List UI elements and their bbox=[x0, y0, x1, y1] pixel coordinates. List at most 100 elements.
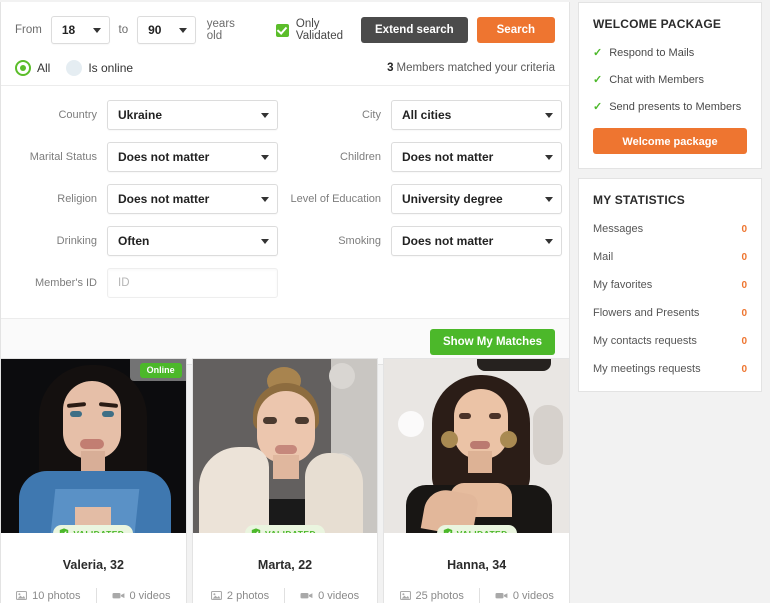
filter-row: Member's ID bbox=[15, 268, 555, 298]
search-column: From 18 to 90 years old Only Validated E… bbox=[0, 2, 570, 365]
profile-card[interactable]: VALIDATED Hanna, 34 25 photos bbox=[383, 358, 571, 603]
show-my-matches-button[interactable]: Show My Matches bbox=[429, 328, 555, 355]
divider bbox=[95, 588, 97, 603]
country-value: Ukraine bbox=[118, 108, 163, 122]
chevron-down-icon bbox=[545, 113, 553, 118]
extend-search-button[interactable]: Extend search bbox=[361, 17, 468, 43]
age-to-select[interactable]: 90 bbox=[137, 16, 196, 44]
drinking-value: Often bbox=[118, 234, 150, 248]
drinking-select[interactable]: Often bbox=[107, 226, 278, 256]
profile-media-counts: 10 photos 0 videos bbox=[1, 588, 186, 603]
from-label: From bbox=[15, 24, 42, 36]
only-validated-checkbox[interactable]: Only Validated bbox=[275, 18, 343, 42]
stat-value: 0 bbox=[741, 279, 747, 291]
profile-name: Valeria, 32 bbox=[62, 558, 124, 572]
matched-count-value: 3 bbox=[387, 62, 394, 74]
filter-row: Country Ukraine City All cities bbox=[15, 100, 562, 130]
photo-icon bbox=[16, 590, 28, 601]
filter-grid: Country Ukraine City All cities Marital … bbox=[1, 86, 569, 318]
country-select[interactable]: Ukraine bbox=[107, 100, 278, 130]
age-from-select[interactable]: 18 bbox=[50, 16, 110, 44]
video-count-label: 0 videos bbox=[129, 589, 171, 602]
profile-photo[interactable]: VALIDATED bbox=[192, 359, 378, 533]
filter-drinking: Drinking Often bbox=[15, 226, 278, 256]
validated-label: VALIDATED bbox=[73, 529, 124, 534]
marital-status-value: Does not matter bbox=[118, 150, 210, 164]
filter-marital-status: Marital Status Does not matter bbox=[15, 142, 278, 172]
religion-select[interactable]: Does not matter bbox=[107, 184, 278, 214]
stat-row-my-meetings-requests[interactable]: My meetings requests 0 bbox=[593, 363, 747, 375]
photo-count-label: 2 photos bbox=[226, 589, 270, 602]
welcome-perk-label: Chat with Members bbox=[609, 74, 704, 87]
welcome-perk: ✓ Chat with Members bbox=[593, 74, 747, 86]
profile-media-counts: 2 photos 0 videos bbox=[193, 588, 378, 603]
religion-value: Does not matter bbox=[118, 192, 210, 206]
video-icon bbox=[112, 593, 124, 599]
welcome-perk-label: Respond to Mails bbox=[609, 47, 695, 59]
welcome-package-button[interactable]: Welcome package bbox=[593, 128, 747, 155]
filter-children: Children Does not matter bbox=[278, 142, 562, 172]
chevron-down-icon bbox=[545, 155, 553, 160]
radio-all-label: All bbox=[37, 61, 51, 75]
marital-status-label: Marital Status bbox=[29, 151, 97, 163]
filter-member-id: Member's ID bbox=[15, 268, 298, 298]
city-select[interactable]: All cities bbox=[391, 100, 562, 130]
filter-religion: Religion Does not matter bbox=[15, 184, 278, 214]
matched-count-text: 3 Members matched your criteria bbox=[387, 62, 555, 74]
video-count: 0 videos bbox=[112, 589, 171, 602]
education-select[interactable]: University degree bbox=[391, 184, 562, 214]
status-badge-validated: VALIDATED bbox=[53, 525, 134, 534]
marital-status-select[interactable]: Does not matter bbox=[107, 142, 278, 172]
stat-value: 0 bbox=[741, 223, 747, 235]
radio-all[interactable]: All bbox=[15, 60, 50, 76]
stat-value: 0 bbox=[741, 307, 747, 319]
video-count-label: 0 videos bbox=[318, 589, 360, 602]
check-icon: ✓ bbox=[593, 101, 603, 114]
results-grid: Online VALIDATED Valeria, 32 bbox=[0, 358, 571, 603]
video-icon bbox=[300, 593, 313, 599]
children-select[interactable]: Does not matter bbox=[391, 142, 562, 172]
profile-card[interactable]: Online VALIDATED Valeria, 32 bbox=[0, 358, 187, 603]
member-id-input[interactable] bbox=[107, 268, 278, 298]
stat-label: My favorites bbox=[593, 279, 653, 292]
checkmark-icon bbox=[275, 23, 289, 37]
profile-media-counts: 25 photos 0 videos bbox=[384, 588, 569, 603]
stat-row-my-contacts-requests[interactable]: My contacts requests 0 bbox=[593, 335, 747, 347]
video-icon bbox=[495, 593, 508, 599]
validated-label: VALIDATED bbox=[265, 529, 316, 534]
video-count-label: 0 videos bbox=[512, 589, 554, 602]
welcome-perk-label: Send presents to Members bbox=[609, 101, 742, 114]
filter-row: Religion Does not matter Level of Educat… bbox=[15, 184, 562, 214]
chevron-down-icon bbox=[545, 197, 553, 202]
profile-name: Marta, 22 bbox=[257, 558, 313, 572]
status-badge-validated: VALIDATED bbox=[245, 525, 325, 533]
stat-row-flowers-and-presents[interactable]: Flowers and Presents 0 bbox=[593, 307, 747, 319]
profile-photo[interactable]: Online VALIDATED bbox=[1, 359, 186, 533]
welcome-perk: ✓ Respond to Mails bbox=[593, 47, 747, 59]
radio-is-online[interactable]: Is online bbox=[66, 60, 133, 76]
children-label: Children bbox=[340, 151, 381, 163]
divider bbox=[478, 588, 480, 603]
drinking-label: Drinking bbox=[56, 235, 97, 247]
chevron-down-icon bbox=[261, 197, 269, 202]
radio-is-online-label: Is online bbox=[88, 61, 134, 75]
search-button[interactable]: Search bbox=[476, 17, 555, 43]
profile-photo[interactable]: VALIDATED bbox=[384, 359, 570, 533]
profile-card[interactable]: VALIDATED Marta, 22 2 photos bbox=[191, 358, 379, 603]
search-panel: From 18 to 90 years old Only Validated E… bbox=[0, 2, 570, 365]
education-value: University degree bbox=[402, 192, 503, 206]
filter-city: City All cities bbox=[278, 100, 562, 130]
chevron-down-icon bbox=[261, 113, 269, 118]
stat-label: Messages bbox=[593, 223, 644, 236]
radio-selected-icon bbox=[15, 60, 31, 76]
filter-smoking: Smoking Does not matter bbox=[278, 226, 562, 256]
stat-row-my-favorites[interactable]: My favorites 0 bbox=[593, 279, 747, 291]
photo-icon bbox=[210, 590, 222, 601]
stat-value: 0 bbox=[741, 251, 747, 263]
stat-row-messages[interactable]: Messages 0 bbox=[593, 223, 747, 235]
stat-row-mail[interactable]: Mail 0 bbox=[593, 251, 747, 263]
video-count: 0 videos bbox=[300, 590, 359, 602]
search-top-bar: From 18 to 90 years old Only Validated E… bbox=[1, 2, 569, 85]
smoking-select[interactable]: Does not matter bbox=[391, 226, 562, 256]
photo-icon bbox=[399, 590, 411, 601]
